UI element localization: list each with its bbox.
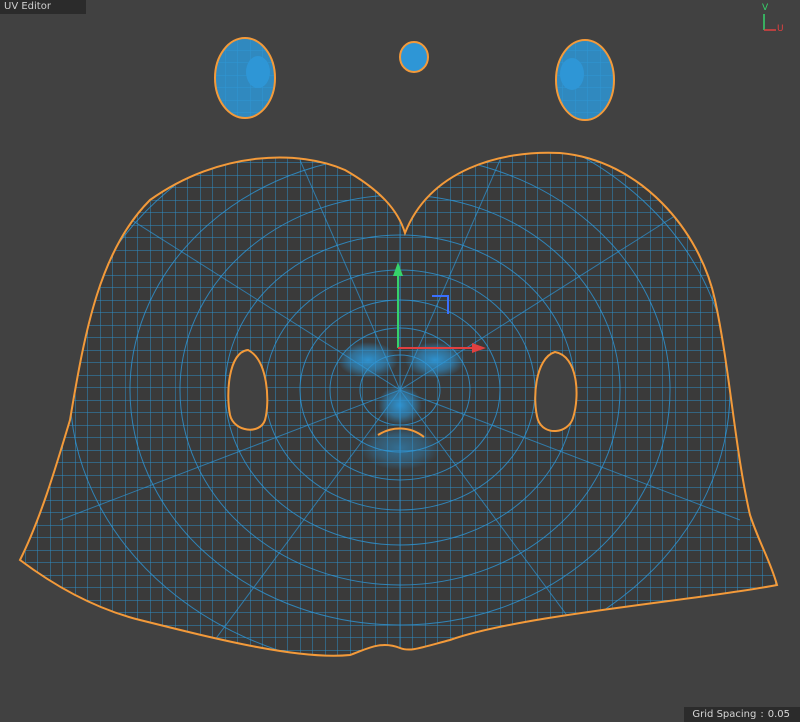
grid-spacing-label: Grid Spacing (692, 709, 757, 720)
uv-axis-icon: V U (760, 4, 784, 34)
grid-spacing-value: 0.05 (767, 709, 790, 720)
center-small-uv-island[interactable] (399, 41, 429, 73)
right-eye-uv-island[interactable] (555, 39, 615, 121)
uv-editor-window: UV Editor V U Grid Spacing : 0.05 (0, 0, 800, 722)
window-title: UV Editor (0, 0, 86, 14)
left-eye-uv-island[interactable] (214, 37, 276, 119)
head-uv-island[interactable] (0, 110, 800, 680)
right-ear-hole[interactable] (534, 350, 578, 432)
grid-spacing-separator: : (760, 709, 764, 720)
grid-spacing-status: Grid Spacing : 0.05 (684, 707, 800, 722)
v-axis-label: V (762, 3, 769, 13)
uv-viewport[interactable] (0, 0, 800, 722)
u-axis-label: U (777, 24, 784, 34)
